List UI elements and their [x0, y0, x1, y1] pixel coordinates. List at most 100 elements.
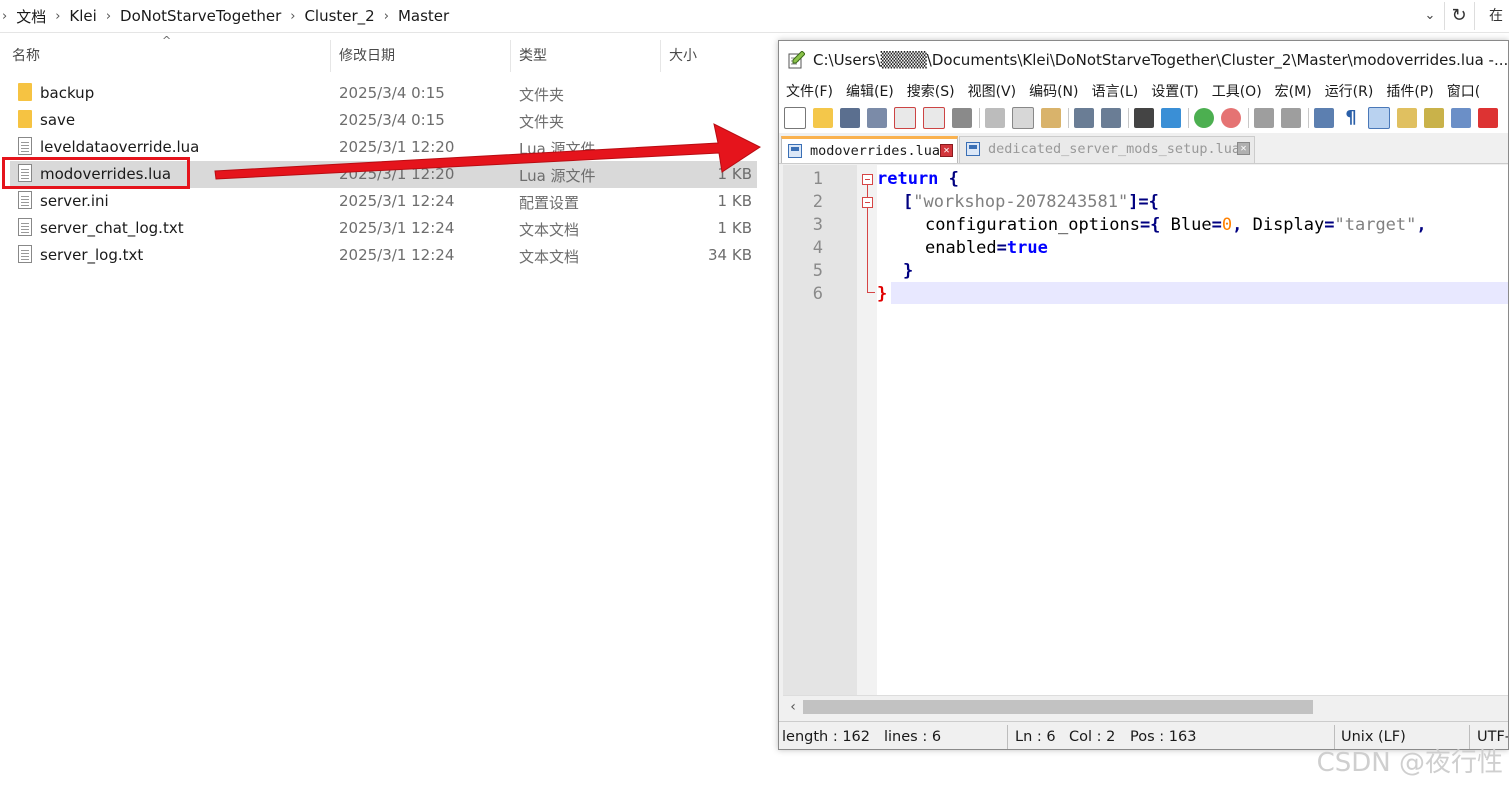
tab-bar: modoverrides.lua ✕ dedicated_server_mods… [779, 133, 1508, 164]
zoom-in-icon[interactable] [1194, 108, 1214, 128]
chevron-down-icon[interactable]: ⌄ [1420, 6, 1440, 26]
text-file-icon [18, 218, 32, 236]
indent-guide-icon[interactable] [1368, 107, 1390, 129]
column-header-type[interactable]: 类型 [507, 40, 657, 72]
bracket: [ [903, 192, 914, 212]
breadcrumb-item-cluster[interactable]: Cluster_2 [297, 7, 381, 25]
menu-language[interactable]: 语言(L) [1085, 81, 1145, 101]
address-bar[interactable]: › 文档 › Klei › DoNotStarveTogether › Clus… [0, 0, 1509, 33]
string-literal: "workshop-2078243581" [913, 192, 1129, 212]
string-literal: "target" [1334, 215, 1417, 235]
file-type: 文件夹 [519, 113, 565, 131]
current-line-highlight [891, 282, 1508, 304]
save-icon[interactable] [840, 108, 860, 128]
file-name: backup [40, 84, 95, 102]
doc-map-icon[interactable] [1424, 108, 1444, 128]
menu-file[interactable]: 文件(F) [779, 81, 839, 101]
fold-margin[interactable] [857, 165, 877, 695]
code-line-4: enabled=true [925, 237, 1048, 260]
redo-icon[interactable] [1101, 108, 1121, 128]
fold-toggle-icon[interactable] [862, 174, 873, 185]
status-position: Pos : 163 [1130, 729, 1197, 745]
fold-toggle-icon[interactable] [862, 197, 873, 208]
status-length: length : 162 [782, 729, 870, 745]
user-language-icon[interactable] [1397, 108, 1417, 128]
file-date: 2025/3/1 12:24 [339, 246, 455, 264]
column-header-size[interactable]: 大小 [657, 40, 757, 72]
breadcrumb-item-documents[interactable]: 文档 [9, 6, 53, 27]
file-type: Lua 源文件 [519, 167, 596, 185]
replace-icon[interactable] [1161, 108, 1181, 128]
menu-view[interactable]: 视图(V) [961, 81, 1023, 101]
zoom-out-icon[interactable] [1221, 108, 1241, 128]
tab-label: modoverrides.lua [810, 143, 941, 159]
menu-edit[interactable]: 编辑(E) [839, 81, 900, 101]
breadcrumb[interactable]: › 文档 › Klei › DoNotStarveTogether › Clus… [0, 2, 1440, 30]
column-header-name[interactable]: 名称 [0, 40, 330, 72]
print-icon[interactable] [952, 108, 972, 128]
file-size: 34 KB [708, 246, 752, 264]
undo-icon[interactable] [1074, 108, 1094, 128]
scrollbar-thumb[interactable] [803, 700, 1313, 714]
scroll-left-icon[interactable]: ‹ [785, 698, 801, 716]
file-type: Lua 源文件 [519, 140, 596, 158]
save-all-icon[interactable] [867, 108, 887, 128]
sync-horizontal-icon[interactable] [1281, 108, 1301, 128]
new-file-icon[interactable] [784, 107, 806, 129]
code-line-6: } [877, 283, 887, 306]
copy-icon[interactable] [1012, 107, 1034, 129]
file-row-server-log[interactable]: server_log.txt 2025/3/1 12:24 文本文档 34 KB [10, 242, 757, 269]
tab-modoverrides[interactable]: modoverrides.lua ✕ [781, 136, 958, 163]
close-file-icon[interactable] [894, 107, 916, 129]
horizontal-scrollbar[interactable]: ‹ [783, 695, 1508, 718]
menu-macro[interactable]: 宏(M) [1268, 81, 1318, 101]
toolbar-separator [979, 108, 980, 128]
file-date: 2025/3/1 12:24 [339, 219, 455, 237]
operator: ={ [1139, 215, 1171, 235]
file-name: server.ini [40, 192, 109, 210]
chevron-right-icon: › [383, 8, 389, 24]
breadcrumb-item-klei[interactable]: Klei [62, 7, 103, 25]
window-title: C:\Users\▒▒▒▒\Documents\Klei\DoNotStarve… [813, 51, 1509, 69]
menu-tools[interactable]: 工具(O) [1205, 81, 1268, 101]
toolbar-separator [1308, 108, 1309, 128]
code-editor[interactable]: 1 2 3 4 5 6 return { ["workshop-20782435… [783, 165, 1508, 695]
breadcrumb-item-master[interactable]: Master [391, 7, 456, 25]
find-icon[interactable] [1134, 108, 1154, 128]
cut-icon[interactable] [985, 108, 1005, 128]
toolbar-separator [1248, 108, 1249, 128]
line-number: 4 [812, 238, 823, 258]
menu-plugins[interactable]: 插件(P) [1379, 81, 1439, 101]
menu-encoding[interactable]: 编码(N) [1022, 81, 1084, 101]
folder-as-workspace-icon[interactable] [1478, 108, 1498, 128]
menu-run[interactable]: 运行(R) [1318, 81, 1380, 101]
paste-icon[interactable] [1041, 108, 1061, 128]
code-line-1: return { [877, 168, 959, 191]
refresh-icon[interactable]: ↻ [1444, 2, 1473, 30]
file-row-server-chat-log[interactable]: server_chat_log.txt 2025/3/1 12:24 文本文档 … [10, 215, 757, 242]
file-name: leveldataoverride.lua [40, 138, 200, 156]
breadcrumb-item-dst[interactable]: DoNotStarveTogether [113, 7, 288, 25]
sync-vertical-icon[interactable] [1254, 108, 1274, 128]
file-size: 1 KB [717, 165, 752, 183]
file-row-save[interactable]: save 2025/3/4 0:15 文件夹 [10, 107, 757, 134]
menu-settings[interactable]: 设置(T) [1144, 81, 1204, 101]
open-file-icon[interactable] [813, 108, 833, 128]
file-row-server-ini[interactable]: server.ini 2025/3/1 12:24 配置设置 1 KB [10, 188, 757, 215]
operator: = [1324, 215, 1335, 235]
function-list-icon[interactable] [1451, 108, 1471, 128]
menu-search[interactable]: 搜索(S) [900, 81, 961, 101]
menu-bar: 文件(F) 编辑(E) 搜索(S) 视图(V) 编码(N) 语言(L) 设置(T… [779, 79, 1508, 103]
tab-dedicated-server-mods-setup[interactable]: dedicated_server_mods_setup.lua ✕ [959, 136, 1255, 163]
identifier: enabled [925, 238, 997, 258]
word-wrap-icon[interactable] [1314, 108, 1334, 128]
file-row-backup[interactable]: backup 2025/3/4 0:15 文件夹 [10, 80, 757, 107]
title-bar[interactable]: C:\Users\▒▒▒▒\Documents\Klei\DoNotStarve… [779, 41, 1508, 79]
close-all-icon[interactable] [923, 107, 945, 129]
show-all-characters-icon[interactable]: ¶ [1341, 108, 1361, 128]
search-input[interactable]: 在 [1474, 2, 1509, 30]
close-icon[interactable]: ✕ [1237, 142, 1250, 155]
menu-window[interactable]: 窗口( [1440, 81, 1486, 101]
column-header-date[interactable]: 修改日期 [327, 40, 507, 72]
close-icon[interactable]: ✕ [940, 144, 953, 157]
